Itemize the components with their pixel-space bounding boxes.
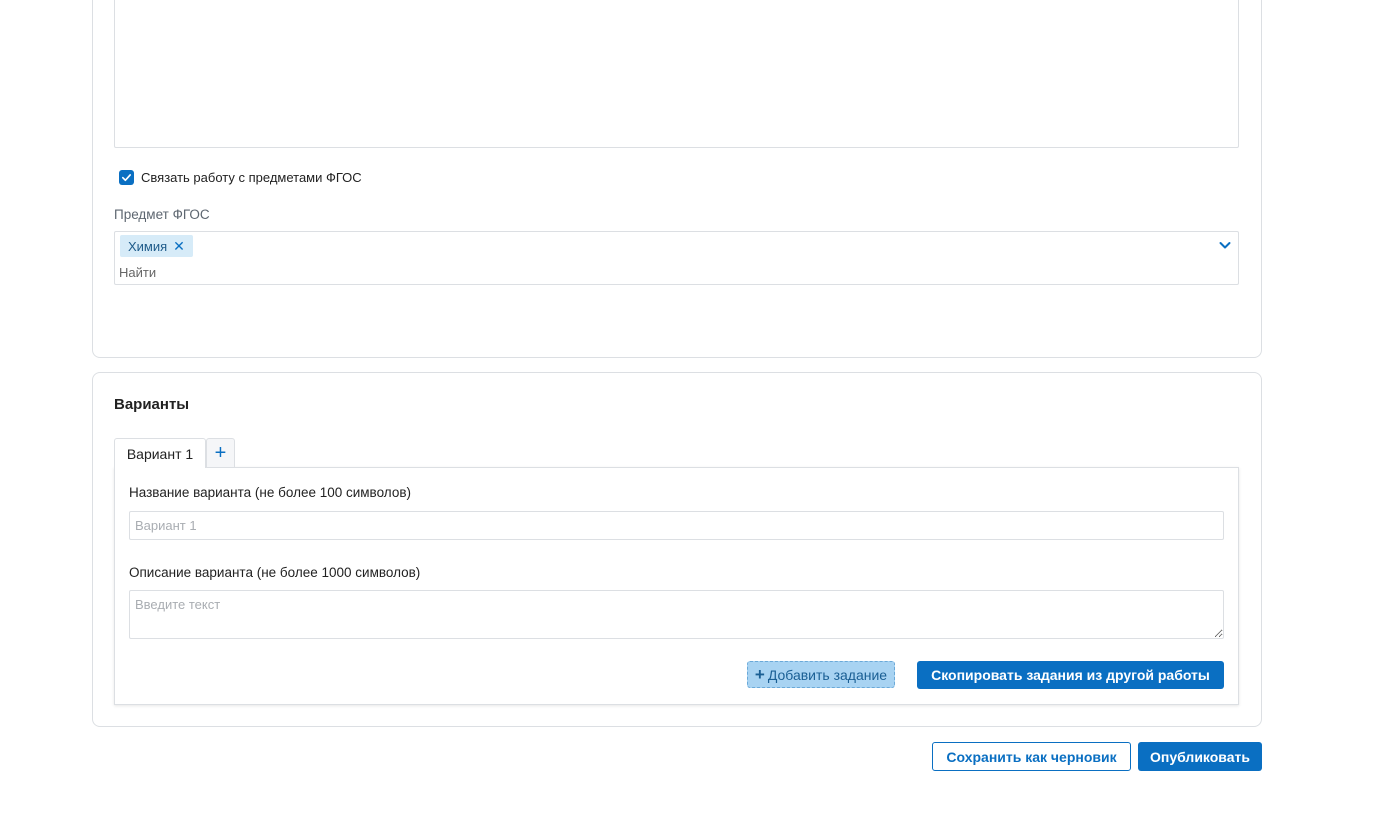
tag-remove-icon[interactable]: ✕ — [173, 239, 185, 253]
variant-description-textarea[interactable] — [129, 590, 1224, 639]
add-variant-tab-button[interactable]: + — [206, 438, 235, 468]
publish-button[interactable]: Опубликовать — [1138, 742, 1262, 771]
fgos-link-checkbox-label[interactable]: Связать работу с предметами ФГОС — [141, 170, 362, 185]
chevron-down-icon[interactable] — [1218, 238, 1232, 252]
fgos-link-checkbox[interactable] — [119, 169, 134, 185]
variant-name-label: Название варианта (не более 100 символов… — [129, 485, 411, 500]
work-description-textarea[interactable] — [114, 0, 1239, 148]
subject-search-input[interactable] — [119, 263, 419, 281]
fgos-link-checkbox-row[interactable]: Связать работу с предметами ФГОС — [119, 169, 362, 185]
copy-tasks-button[interactable]: Скопировать задания из другой работы — [917, 661, 1224, 689]
variants-section-title: Варианты — [114, 396, 190, 413]
plus-icon: + — [754, 664, 765, 684]
variant-name-input[interactable] — [129, 511, 1224, 540]
variant-description-label: Описание варианта (не более 1000 символо… — [129, 565, 421, 580]
fgos-subject-label: Предмет ФГОС — [114, 207, 210, 222]
subject-tag-label: Химия — [128, 238, 168, 254]
fgos-subject-multiselect[interactable]: Химия ✕ — [114, 231, 1239, 285]
add-task-button-label: Добавить задание — [767, 666, 888, 683]
subject-tag: Химия ✕ — [120, 235, 193, 257]
add-task-button[interactable]: + Добавить задание — [747, 661, 895, 688]
save-draft-button[interactable]: Сохранить как черновик — [932, 742, 1131, 771]
checkmark-icon — [122, 173, 131, 181]
tab-variant-1[interactable]: Вариант 1 — [114, 438, 206, 468]
